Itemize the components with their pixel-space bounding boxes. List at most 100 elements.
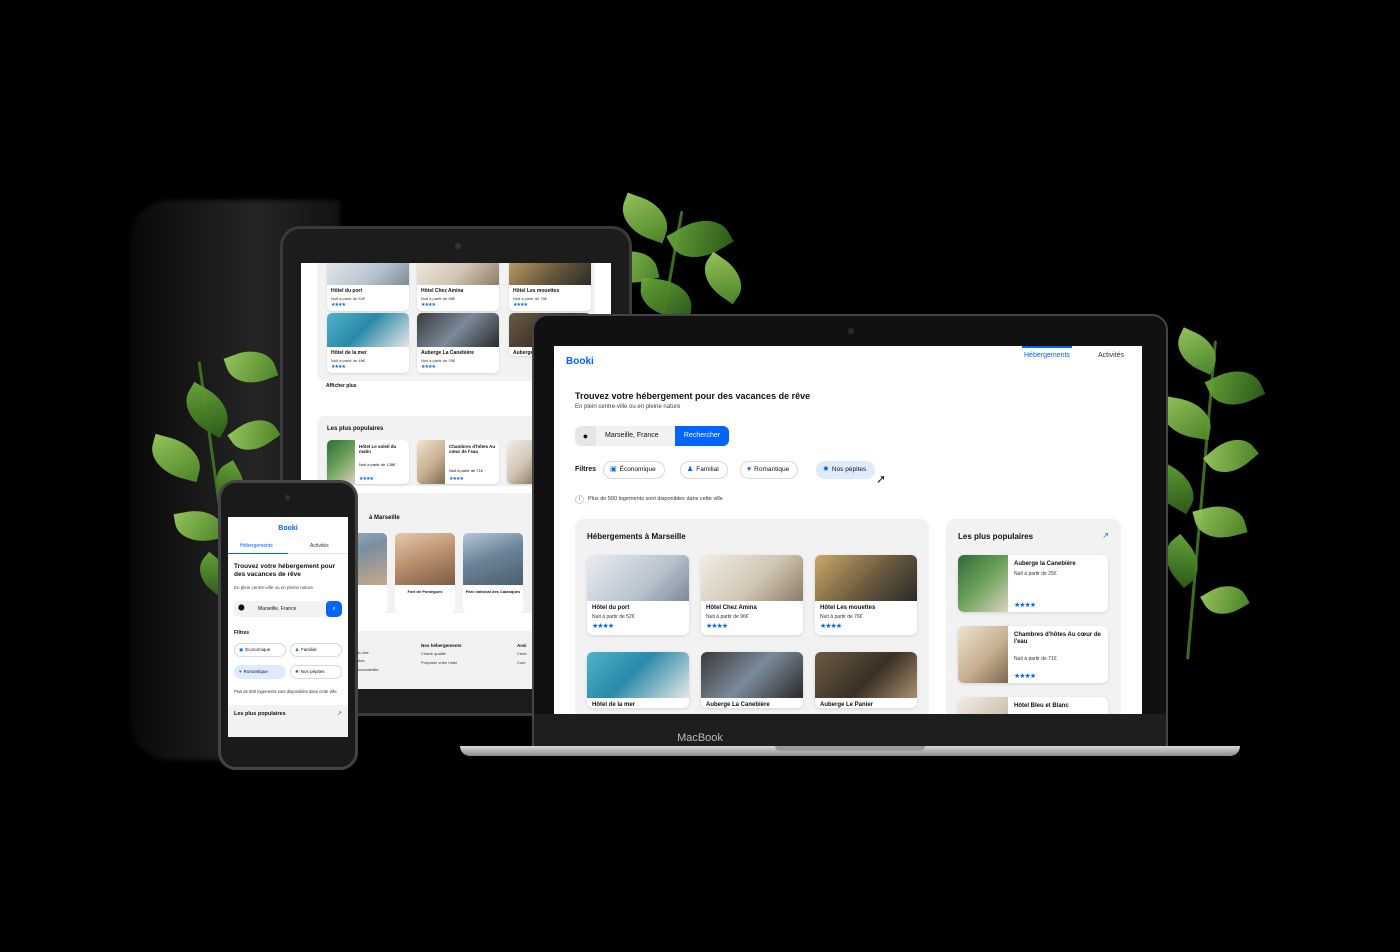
tablet-card-1[interactable]: Hôtel du port Nuit à partir de 52€ ★★★★ — [327, 263, 409, 311]
trend-chart-icon: ↗ — [1102, 531, 1109, 540]
trend-chart-icon: ↗ — [336, 711, 342, 717]
rating-stars: ★★★★ — [706, 623, 728, 630]
popular-card-3[interactable]: Hôtel Bleu et Blanc — [958, 697, 1108, 714]
filter-label: Économique — [245, 647, 271, 652]
hotel-name: Auberge La Canebière — [706, 702, 770, 708]
filter-label: Romantique — [754, 466, 790, 473]
hero-title: Trouvez votre hébergement pour des vacan… — [575, 391, 811, 401]
hotel-name: Hôtel Les mouettes — [513, 288, 560, 294]
tab-accommodations[interactable]: Hébergements — [1024, 352, 1070, 359]
footer-col-1: du site ates accessibilité — [357, 649, 379, 674]
hotel-name: Hôtel de la mer — [331, 350, 367, 356]
filter-nos-pepites[interactable]: ✹ Nos pépites — [290, 665, 342, 679]
phone-camera — [285, 495, 290, 500]
logo[interactable]: Booki — [228, 525, 348, 532]
footer-link[interactable]: ates — [357, 657, 379, 665]
hotel-photo — [958, 626, 1008, 683]
hotel-name: Hôtel Chez Amina — [421, 288, 464, 294]
footer-link[interactable]: Centr — [517, 650, 527, 658]
hotel-price: Nuit à partir de 52€ — [331, 296, 366, 301]
search-input[interactable]: Marseille, France — [258, 606, 296, 612]
heart-icon: ♥ — [747, 466, 752, 473]
hotel-name: Hôtel du port — [592, 605, 630, 611]
hotel-card-3[interactable]: Hôtel Les mouettes Nuit à partir de 76€ … — [815, 555, 917, 635]
footer-link[interactable]: Cont — [517, 659, 527, 667]
laptop-camera — [848, 328, 854, 334]
filter-economique[interactable]: ▣ Économique — [234, 643, 286, 657]
footer-link[interactable]: Proposer votre hôtel — [421, 659, 462, 667]
hotel-card-1[interactable]: Hôtel du port Nuit à partir de 52€ ★★★★ — [587, 555, 689, 635]
footer-link[interactable]: accessibilité — [357, 666, 379, 674]
tablet-card-5[interactable]: Auberge La Canebière Nuit à partir de 25… — [417, 313, 499, 373]
filter-familial[interactable]: ♟ Familial — [680, 461, 728, 479]
popular-card-2[interactable]: Chambres d'hôtes Au cœur de l'eau Nuit à… — [958, 626, 1108, 683]
hotel-name: Hôtel Bleu et Blanc — [1014, 703, 1069, 709]
filter-economique[interactable]: ▣ Économique — [603, 461, 665, 479]
hotel-price: Nuit à partir de 71€ — [449, 468, 484, 473]
search-button[interactable]: Rechercher — [675, 426, 729, 446]
money-icon: ▣ — [610, 466, 617, 473]
hotel-card-2[interactable]: Hôtel Chez Amina Nuit à partir de 96€ ★★… — [701, 555, 803, 635]
phone-screen: Booki Hébergements Activités Trouvez vot… — [228, 517, 348, 737]
tab-activities[interactable]: Activités — [310, 543, 329, 549]
tablet-popular-card-2[interactable]: Chambres d'hôtes Au cœur de l'eau Nuit à… — [417, 440, 499, 484]
hotel-photo — [509, 263, 591, 285]
activity-card-2[interactable]: Fort de Pomègues — [395, 533, 455, 613]
popular-card-1[interactable]: Auberge la Canebière Nuit à partir de 25… — [958, 555, 1108, 612]
tablet-card-4[interactable]: Hôtel de la mer Nuit à partir de 46€ ★★★… — [327, 313, 409, 373]
hotel-photo — [417, 313, 499, 347]
show-more-link[interactable]: Afficher plus — [326, 383, 357, 389]
hotel-name: Hôtel Chez Amina — [706, 605, 757, 611]
money-icon: ▣ — [239, 647, 244, 652]
hotel-price: Nuit à partir de 96€ — [706, 614, 749, 620]
active-tab-indicator — [228, 553, 288, 554]
phone-device: Booki Hébergements Activités Trouvez vot… — [218, 480, 358, 770]
filter-familial[interactable]: ♟ Familial — [290, 643, 342, 657]
hotel-photo — [587, 652, 689, 698]
rating-stars: ★★★★ — [820, 623, 842, 630]
hotel-card-4[interactable]: Hôtel de la mer — [587, 652, 689, 708]
rating-stars: ★★★★ — [449, 476, 464, 482]
filter-label: Romantique — [243, 669, 268, 674]
hotel-photo — [958, 555, 1008, 612]
popular-panel: Les plus populaires ↗ Auberge la Canebiè… — [946, 519, 1121, 714]
tab-accommodations[interactable]: Hébergements — [240, 543, 273, 549]
tablet-card-2[interactable]: Hôtel Chez Amina Nuit à partir de 96€ ★★… — [417, 263, 499, 311]
hero-title: Trouvez votre hébergement pour des vacan… — [234, 563, 336, 579]
hotel-price: Nuit à partir de 76€ — [513, 296, 548, 301]
hotel-price: Nuit à partir de 46€ — [331, 358, 366, 363]
hotel-name: Auberge La Canebière — [421, 350, 475, 356]
info-icon: i — [575, 495, 584, 504]
activity-photo — [463, 533, 523, 585]
search-button[interactable]: ⌕ — [326, 601, 342, 617]
hotel-card-6[interactable]: Auberge Le Panier — [815, 652, 917, 708]
tab-activities[interactable]: Activités — [1098, 352, 1124, 359]
filters-label: Filtres — [575, 466, 597, 473]
filter-nos-pepites[interactable]: ✹ Nos pépites — [816, 461, 876, 479]
filter-romantique[interactable]: ♥ Romantique — [740, 461, 799, 479]
hotel-card-5[interactable]: Auberge La Canebière — [701, 652, 803, 708]
hotel-price: Nuit à partir de 25€ — [421, 358, 456, 363]
rating-stars: ★★★★ — [1014, 673, 1036, 680]
rating-stars: ★★★★ — [421, 302, 436, 308]
rating-stars: ★★★★ — [421, 364, 436, 370]
filter-romantique[interactable]: ♥ Romantique — [234, 665, 286, 679]
activity-photo — [395, 533, 455, 585]
footer-link[interactable]: Charte qualité — [421, 650, 462, 658]
rating-stars: ★★★★ — [1014, 602, 1036, 609]
fire-icon: ✹ — [295, 669, 299, 674]
logo[interactable]: Booki — [566, 356, 594, 367]
rating-stars: ★★★★ — [331, 364, 346, 370]
hotel-photo — [815, 652, 917, 698]
mouse-cursor-icon: ➚ — [876, 472, 887, 486]
tablet-card-3[interactable]: Hôtel Les mouettes Nuit à partir de 76€ … — [509, 263, 591, 311]
filter-label: Familial — [696, 466, 719, 473]
search-input[interactable]: Marseille, France — [605, 432, 659, 439]
activity-card-3[interactable]: Parc national des Calanques — [463, 533, 523, 613]
hotel-price: Nuit à partir de 128€ — [359, 462, 396, 467]
hotel-photo — [701, 652, 803, 698]
activity-name: Fort de Pomègues — [407, 589, 443, 594]
footer-link[interactable]: du site — [357, 649, 379, 657]
activities-title: à Marseille — [369, 515, 400, 521]
tablet-popular-card-1[interactable]: Hôtel Le soleil du matin Nuit à partir d… — [327, 440, 409, 484]
